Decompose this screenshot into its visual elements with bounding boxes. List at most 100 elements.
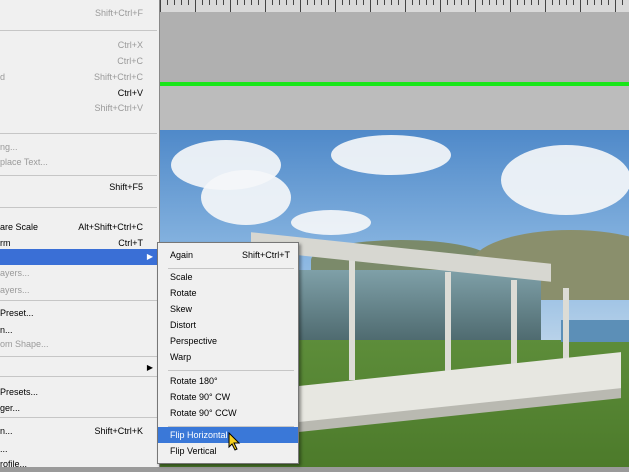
ruler-tick bbox=[328, 0, 329, 5]
document-margin bbox=[131, 86, 629, 130]
ruler-tick bbox=[566, 0, 567, 5]
cloud bbox=[501, 145, 629, 215]
menu-item-label: ayers... bbox=[0, 268, 30, 278]
menu-item-shortcut: Ctrl+C bbox=[117, 56, 143, 66]
ruler-tick bbox=[468, 0, 469, 5]
submenu-item-label: Rotate 90° CCW bbox=[170, 408, 237, 418]
edit-menu-item[interactable]: ▶ bbox=[0, 249, 157, 265]
ruler-tick bbox=[377, 0, 378, 5]
edit-menu-item[interactable]: Shift+Ctrl+F bbox=[0, 5, 157, 21]
menu-item-label: ayers... bbox=[0, 285, 30, 295]
glass-wall bbox=[281, 270, 541, 340]
menu-item-label: Preset... bbox=[0, 308, 34, 318]
menu-separator bbox=[0, 207, 157, 208]
ruler-tick bbox=[342, 0, 343, 5]
ruler-tick bbox=[475, 0, 476, 12]
menu-separator bbox=[0, 417, 157, 418]
ruler-tick bbox=[545, 0, 546, 12]
ruler-tick bbox=[503, 0, 504, 5]
edit-menu-item[interactable]: ayers... bbox=[0, 282, 157, 298]
submenu-item-label: Rotate 90° CW bbox=[170, 392, 231, 402]
ruler-tick bbox=[244, 0, 245, 5]
edit-menu-item[interactable]: ▶ bbox=[0, 360, 157, 376]
ruler-tick bbox=[405, 0, 406, 12]
menu-item-shortcut: Ctrl+V bbox=[117, 88, 143, 98]
menu-item-label: ger... bbox=[0, 403, 21, 413]
transform-menu-item[interactable]: Distort bbox=[158, 317, 298, 333]
ruler-tick bbox=[223, 0, 224, 5]
ruler-tick bbox=[517, 0, 518, 5]
edit-menu-item[interactable]: d Shift+Ctrl+C bbox=[0, 69, 157, 85]
edit-menu-item[interactable]: Shift+F5 bbox=[0, 179, 157, 195]
edit-menu-item[interactable]: Presets... bbox=[0, 384, 157, 400]
ruler-tick bbox=[181, 0, 182, 5]
edit-menu-item[interactable]: ng... bbox=[0, 139, 157, 155]
submenu-item-label: Rotate 180° bbox=[170, 376, 218, 386]
menu-item-label: om Shape... bbox=[0, 339, 49, 349]
transform-menu-item[interactable]: Perspective bbox=[158, 333, 298, 349]
edit-menu: Shift+Ctrl+F Ctrl+X Ctrl+C d Shift+Ctrl+C Ctr… bbox=[0, 0, 160, 469]
ruler-tick bbox=[202, 0, 203, 5]
chevron-right-icon: ▶ bbox=[146, 363, 153, 372]
edit-menu-item[interactable]: Shift+Ctrl+V bbox=[0, 100, 157, 116]
guide-horizontal[interactable] bbox=[127, 82, 629, 86]
edit-menu-item[interactable]: ger... bbox=[0, 400, 157, 416]
edit-menu-item[interactable]: Ctrl+C bbox=[0, 53, 157, 69]
ruler-tick bbox=[167, 0, 168, 5]
ruler-tick bbox=[356, 0, 357, 5]
ruler-tick bbox=[272, 0, 273, 5]
transform-menu-item[interactable]: Rotate bbox=[158, 285, 298, 301]
ruler-tick bbox=[391, 0, 392, 5]
ruler-tick bbox=[524, 0, 525, 5]
menu-item-label: place Text... bbox=[0, 157, 48, 167]
edit-menu-item[interactable]: are Scale Alt+Shift+Ctrl+C bbox=[0, 219, 157, 235]
edit-menu-item[interactable]: place Text... bbox=[0, 154, 157, 170]
cloud bbox=[201, 170, 291, 225]
ruler-tick bbox=[293, 0, 294, 5]
ruler-tick bbox=[587, 0, 588, 5]
ruler-tick bbox=[594, 0, 595, 5]
ruler-tick bbox=[286, 0, 287, 5]
edit-menu-item[interactable]: ayers... bbox=[0, 265, 157, 281]
ruler-tick bbox=[160, 0, 161, 12]
edit-menu-item[interactable]: ... bbox=[0, 441, 157, 457]
ruler-tick bbox=[489, 0, 490, 5]
ruler-tick bbox=[482, 0, 483, 5]
menu-separator bbox=[0, 30, 157, 31]
transform-menu-item[interactable]: Rotate 90° CCW bbox=[158, 405, 298, 421]
transform-menu-item[interactable]: Warp bbox=[158, 349, 298, 365]
transform-menu-item[interactable]: Scale bbox=[158, 269, 298, 285]
submenu-item-label: Rotate bbox=[170, 288, 197, 298]
ruler-tick bbox=[496, 0, 497, 5]
edit-menu-item[interactable]: Preset... bbox=[0, 305, 157, 321]
edit-menu-item[interactable]: Ctrl+X bbox=[0, 37, 157, 53]
edit-menu-item[interactable]: rofile... bbox=[0, 456, 157, 472]
menu-item-shortcut: Shift+Ctrl+C bbox=[93, 72, 143, 82]
transform-menu-item[interactable]: Rotate 90° CW bbox=[158, 389, 298, 405]
ruler-tick bbox=[615, 0, 616, 12]
menu-separator bbox=[0, 133, 157, 134]
transform-menu-item[interactable]: Skew bbox=[158, 301, 298, 317]
menu-item-shortcut: Shift+Ctrl+F bbox=[94, 8, 143, 18]
menu-item-label: Presets... bbox=[0, 387, 39, 397]
menu-item-label: d bbox=[0, 72, 6, 82]
edit-menu-item[interactable]: Ctrl+V bbox=[0, 85, 157, 101]
transform-menu-item[interactable]: Rotate 180° bbox=[158, 373, 298, 389]
ruler-tick bbox=[440, 0, 441, 12]
ruler-tick bbox=[559, 0, 560, 5]
edit-menu-item[interactable]: om Shape... bbox=[0, 336, 157, 352]
menu-item-label: n... bbox=[0, 426, 13, 436]
ruler-tick bbox=[454, 0, 455, 5]
menu-item-shortcut: Ctrl+T bbox=[118, 238, 143, 248]
ruler-tick bbox=[195, 0, 196, 12]
canvas-pasteboard bbox=[156, 12, 629, 84]
ruler-tick bbox=[300, 0, 301, 12]
submenu-item-shortcut: Shift+Ctrl+T bbox=[241, 250, 290, 260]
edit-menu-item[interactable]: n... Shift+Ctrl+K bbox=[0, 423, 157, 439]
transform-menu-item[interactable]: Again Shift+Ctrl+T bbox=[158, 247, 298, 263]
ruler-tick bbox=[601, 0, 602, 5]
menu-item-shortcut: Alt+Shift+Ctrl+C bbox=[78, 222, 143, 232]
submenu-item-label: Skew bbox=[170, 304, 193, 314]
menu-item-label: ... bbox=[0, 444, 8, 454]
submenu-item-label: Flip Horizontal bbox=[170, 430, 228, 440]
